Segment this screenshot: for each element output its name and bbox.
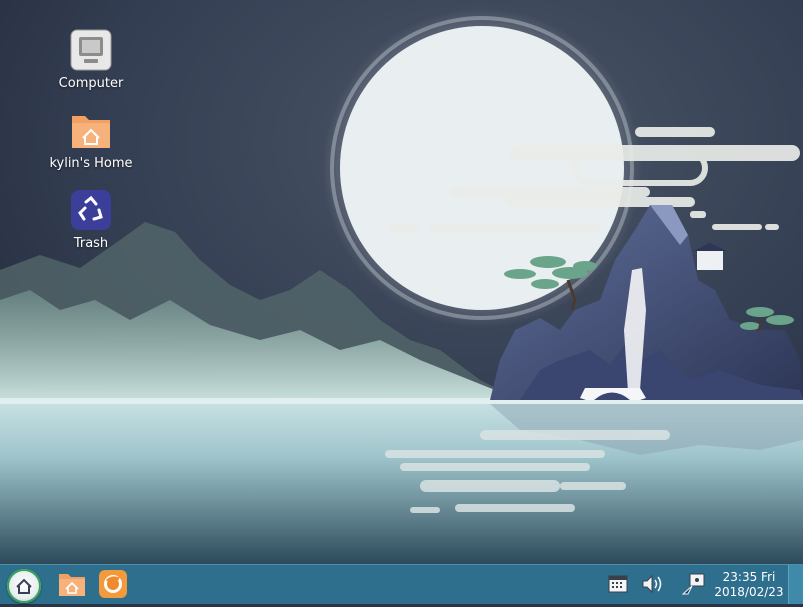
desktop-icon-home[interactable]: kylin's Home [42, 108, 140, 171]
network-tray-button[interactable] [680, 570, 708, 598]
desktop-icon-label: Trash [73, 236, 109, 251]
clock-date: 2018/02/23 [714, 585, 784, 599]
calendar-icon [608, 575, 628, 593]
file-manager-icon [59, 574, 85, 596]
home-folder-icon [72, 116, 110, 148]
kylin-start-icon [16, 578, 32, 594]
desktop-icon-computer[interactable]: Computer [42, 28, 140, 91]
taskbar: 23:35 Fri 2018/02/23 [0, 564, 803, 604]
desktop[interactable]: Computer kylin's Home Trash [0, 0, 803, 564]
calendar-tray-button[interactable] [604, 570, 632, 598]
file-manager-launcher[interactable] [57, 569, 87, 599]
desktop-icon-label: Computer [58, 76, 124, 91]
volume-tray-button[interactable] [638, 570, 666, 598]
volume-icon [642, 574, 662, 594]
desktop-icon-label: kylin's Home [49, 156, 133, 171]
clock[interactable]: 23:35 Fri 2018/02/23 [712, 570, 786, 600]
clock-time: 23:35 Fri [722, 570, 776, 584]
start-menu-button[interactable] [7, 569, 41, 603]
trash-icon [71, 190, 111, 230]
firefox-icon [99, 570, 127, 598]
desktop-icon-trash[interactable]: Trash [42, 188, 140, 251]
firefox-launcher[interactable] [98, 569, 128, 599]
show-desktop-button[interactable] [788, 565, 803, 604]
computer-icon [70, 29, 112, 71]
network-icon [681, 573, 705, 595]
